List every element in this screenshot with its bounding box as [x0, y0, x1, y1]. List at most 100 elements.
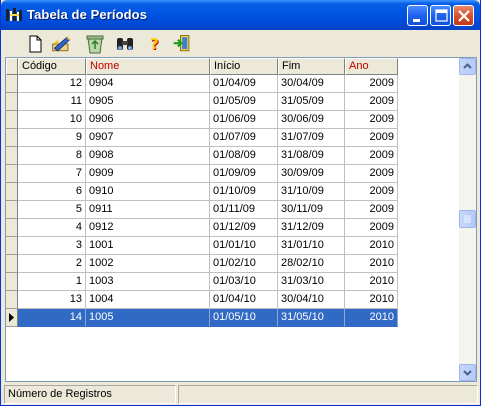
cell-codigo[interactable]: 14 [18, 309, 86, 327]
table-row[interactable]: 2 1002 01/02/10 28/02/10 2010 [18, 255, 398, 273]
row-indicator[interactable] [6, 165, 18, 183]
cell-nome[interactable]: 0905 [86, 93, 210, 111]
cell-codigo[interactable]: 5 [18, 201, 86, 219]
cell-ano[interactable]: 2010 [345, 273, 398, 291]
cell-ano[interactable]: 2009 [345, 147, 398, 165]
column-header-codigo[interactable]: Código [18, 58, 86, 75]
table-row[interactable]: 9 0907 01/07/09 31/07/09 2009 [18, 129, 398, 147]
exit-icon[interactable] [172, 33, 194, 55]
row-indicator[interactable] [6, 291, 18, 309]
table-row[interactable]: 7 0909 01/09/09 30/09/09 2009 [18, 165, 398, 183]
vertical-scrollbar[interactable] [459, 58, 476, 381]
cell-nome[interactable]: 0904 [86, 75, 210, 93]
cell-nome[interactable]: 0909 [86, 165, 210, 183]
cell-nome[interactable]: 0910 [86, 183, 210, 201]
row-indicator[interactable] [6, 147, 18, 165]
cell-inicio[interactable]: 01/04/09 [210, 75, 278, 93]
cell-fim[interactable]: 30/09/09 [278, 165, 345, 183]
cell-fim[interactable]: 31/05/10 [278, 309, 345, 327]
cell-ano[interactable]: 2009 [345, 183, 398, 201]
cell-ano[interactable]: 2010 [345, 255, 398, 273]
cell-inicio[interactable]: 01/05/09 [210, 93, 278, 111]
column-header-fim[interactable]: Fim [278, 58, 345, 75]
cell-nome[interactable]: 0911 [86, 201, 210, 219]
cell-inicio[interactable]: 01/10/09 [210, 183, 278, 201]
cell-nome[interactable]: 0907 [86, 129, 210, 147]
cell-ano[interactable]: 2010 [345, 237, 398, 255]
binoculars-icon[interactable] [114, 33, 136, 55]
cell-inicio[interactable]: 01/07/09 [210, 129, 278, 147]
maximize-button[interactable] [430, 5, 451, 26]
cell-nome[interactable]: 0908 [86, 147, 210, 165]
cell-codigo[interactable]: 8 [18, 147, 86, 165]
periods-table[interactable]: Código Nome Início Fim Ano 12 0904 01/04/09 30/… [5, 57, 477, 382]
cell-fim[interactable]: 31/08/09 [278, 147, 345, 165]
cell-nome[interactable]: 1003 [86, 273, 210, 291]
table-row[interactable]: 4 0912 01/12/09 31/12/09 2009 [18, 219, 398, 237]
scroll-thumb[interactable] [459, 210, 476, 228]
cell-codigo[interactable]: 10 [18, 111, 86, 129]
cell-codigo[interactable]: 12 [18, 75, 86, 93]
table-row[interactable]: 3 1001 01/01/10 31/01/10 2010 [18, 237, 398, 255]
table-row[interactable]: 10 0906 01/06/09 30/06/09 2009 [18, 111, 398, 129]
cell-nome[interactable]: 0912 [86, 219, 210, 237]
row-indicator[interactable] [6, 219, 18, 237]
title-bar[interactable]: Tabela de Períodos [1, 0, 480, 30]
cell-inicio[interactable]: 01/01/10 [210, 237, 278, 255]
row-indicator[interactable] [6, 93, 18, 111]
cell-fim[interactable]: 30/06/09 [278, 111, 345, 129]
row-indicator[interactable] [6, 237, 18, 255]
cell-inicio[interactable]: 01/08/09 [210, 147, 278, 165]
table-row[interactable]: 14 1005 01/05/10 31/05/10 2010 [18, 309, 398, 327]
table-row[interactable]: 8 0908 01/08/09 31/08/09 2009 [18, 147, 398, 165]
row-indicator[interactable] [6, 129, 18, 147]
table-row[interactable]: 12 0904 01/04/09 30/04/09 2009 [18, 75, 398, 93]
row-indicator[interactable] [6, 111, 18, 129]
column-header-inicio[interactable]: Início [210, 58, 278, 75]
table-row[interactable]: 1 1003 01/03/10 31/03/10 2010 [18, 273, 398, 291]
column-header-ano[interactable]: Ano [345, 58, 398, 75]
cell-fim[interactable]: 31/05/09 [278, 93, 345, 111]
cell-codigo[interactable]: 7 [18, 165, 86, 183]
cell-fim[interactable]: 31/03/10 [278, 273, 345, 291]
column-header-nome[interactable]: Nome [86, 58, 210, 75]
row-indicator[interactable] [6, 309, 18, 327]
table-row[interactable]: 13 1004 01/04/10 30/04/10 2010 [18, 291, 398, 309]
edit-icon[interactable] [51, 33, 73, 55]
help-icon[interactable]: ? ? [144, 33, 166, 55]
minimize-button[interactable] [407, 5, 428, 26]
cell-ano[interactable]: 2009 [345, 165, 398, 183]
cell-inicio[interactable]: 01/12/09 [210, 219, 278, 237]
cell-codigo[interactable]: 4 [18, 219, 86, 237]
cell-fim[interactable]: 31/12/09 [278, 219, 345, 237]
cell-nome[interactable]: 0906 [86, 111, 210, 129]
cell-ano[interactable]: 2009 [345, 129, 398, 147]
cell-inicio[interactable]: 01/06/09 [210, 111, 278, 129]
scroll-up-button[interactable] [459, 58, 476, 75]
cell-nome[interactable]: 1005 [86, 309, 210, 327]
cell-codigo[interactable]: 11 [18, 93, 86, 111]
cell-fim[interactable]: 28/02/10 [278, 255, 345, 273]
cell-fim[interactable]: 31/07/09 [278, 129, 345, 147]
cell-inicio[interactable]: 01/11/09 [210, 201, 278, 219]
row-indicator[interactable] [6, 183, 18, 201]
table-row[interactable]: 6 0910 01/10/09 31/10/09 2009 [18, 183, 398, 201]
cell-ano[interactable]: 2009 [345, 75, 398, 93]
cell-codigo[interactable]: 3 [18, 237, 86, 255]
cell-ano[interactable]: 2010 [345, 291, 398, 309]
cell-inicio[interactable]: 01/05/10 [210, 309, 278, 327]
cell-fim[interactable]: 30/11/09 [278, 201, 345, 219]
cell-fim[interactable]: 30/04/09 [278, 75, 345, 93]
cell-codigo[interactable]: 2 [18, 255, 86, 273]
close-button[interactable] [453, 5, 474, 26]
new-icon[interactable] [24, 33, 46, 55]
cell-nome[interactable]: 1004 [86, 291, 210, 309]
cell-fim[interactable]: 31/01/10 [278, 237, 345, 255]
row-indicator[interactable] [6, 75, 18, 93]
cell-ano[interactable]: 2010 [345, 309, 398, 327]
cell-inicio[interactable]: 01/03/10 [210, 273, 278, 291]
cell-nome[interactable]: 1001 [86, 237, 210, 255]
cell-codigo[interactable]: 9 [18, 129, 86, 147]
cell-inicio[interactable]: 01/09/09 [210, 165, 278, 183]
row-indicator[interactable] [6, 255, 18, 273]
